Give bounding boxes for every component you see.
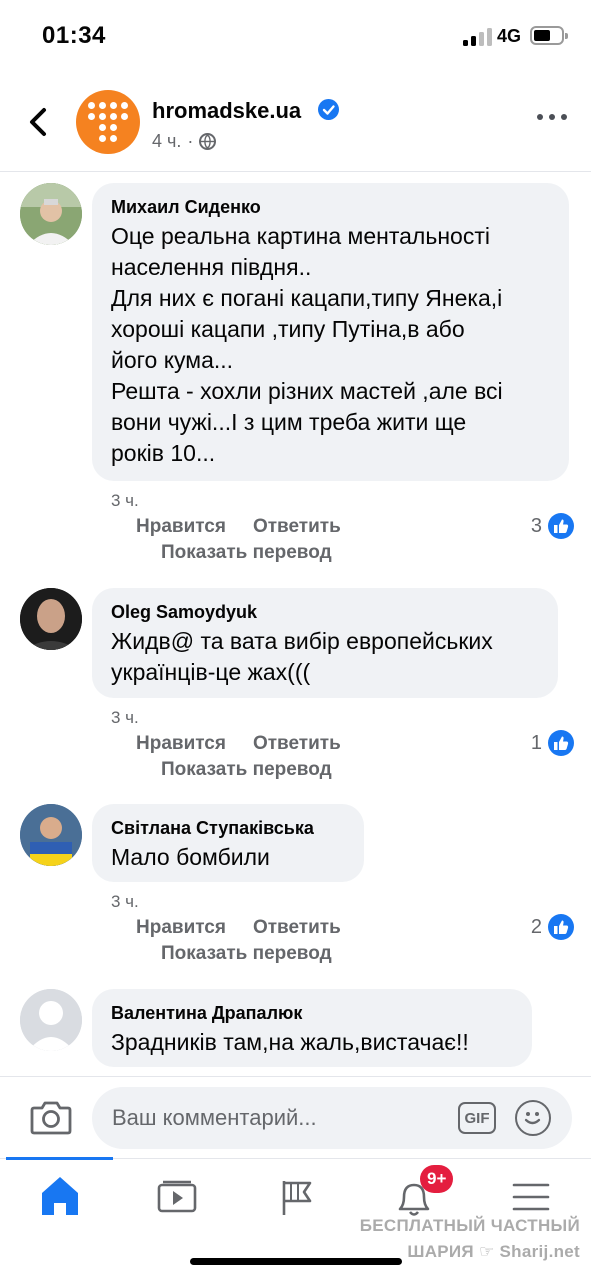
post-meta: 4 ч. · <box>152 131 217 152</box>
tab-pages[interactable] <box>266 1171 326 1221</box>
comment-text: Оце реальна картина ментальності населен… <box>111 223 503 466</box>
avatar[interactable] <box>20 588 82 650</box>
network-type: 4G <box>497 26 522 46</box>
back-button[interactable] <box>22 102 56 142</box>
comment-text: Жидв@ та вата вибір европейських українц… <box>111 628 493 685</box>
comment-author[interactable]: Валентина Драпалюк <box>111 1001 513 1025</box>
flag-icon <box>282 1181 312 1215</box>
meta-separator: · <box>187 131 194 151</box>
comment-text: Зрадників там,на жаль,вистачає!! <box>111 1029 469 1055</box>
tab-watch[interactable] <box>148 1171 208 1221</box>
watermark-line-1: БЕСПЛАТНЫЙ ЧАСТНЫЙ <box>359 1216 580 1235</box>
comment-box: GIF <box>92 1087 572 1149</box>
comment-actions: Нравится Ответить <box>136 516 341 538</box>
reaction-count[interactable]: 2 <box>531 914 574 940</box>
emoji-button[interactable] <box>515 1100 551 1136</box>
signal-icon <box>463 28 493 46</box>
default-avatar-icon[interactable] <box>20 989 82 1051</box>
comment-input[interactable] <box>112 1087 452 1149</box>
post-header: hromadske.ua 4 ч. · <box>0 72 591 172</box>
home-icon <box>42 1177 78 1215</box>
show-translation-button[interactable]: Показать перевод <box>161 759 332 781</box>
avatar[interactable] <box>20 183 82 245</box>
comment-bubble: Валентина Драпалюк Зрадників там,на жаль… <box>92 989 532 1067</box>
reply-comment-button[interactable]: Ответить <box>253 917 341 939</box>
reply-comment-button[interactable]: Ответить <box>253 516 341 538</box>
status-bar: 01:34 4G <box>0 0 591 72</box>
camera-icon <box>30 1101 72 1135</box>
show-translation-button[interactable]: Показать перевод <box>161 542 332 564</box>
comments-list: Михаил Сиденко Оце реальна картина мента… <box>0 172 591 1076</box>
reaction-count-value: 3 <box>530 514 542 537</box>
reaction-count-value: 2 <box>530 915 542 938</box>
page-name[interactable]: hromadske.ua <box>152 98 301 124</box>
tab-home[interactable] <box>30 1171 90 1221</box>
comment-bubble: Михаил Сиденко Оце реальна картина мента… <box>92 183 569 481</box>
reaction-count[interactable]: 3 <box>531 513 574 539</box>
page-logo[interactable] <box>76 90 140 154</box>
comment-author[interactable]: Світлана Ступаківська <box>111 816 345 840</box>
more-options-button[interactable] <box>537 114 567 124</box>
gif-button[interactable]: GIF <box>458 1102 496 1134</box>
comment-text: Мало бомбили <box>111 844 270 870</box>
home-indicator[interactable] <box>190 1258 402 1265</box>
reaction-count-value: 1 <box>530 731 542 754</box>
comment-actions: Нравится Ответить <box>136 733 341 755</box>
active-tab-indicator <box>6 1157 113 1160</box>
reply-comment-button[interactable]: Ответить <box>253 733 341 755</box>
comment-time: 3 ч. <box>111 892 139 911</box>
like-comment-button[interactable]: Нравится <box>136 733 226 755</box>
comment-author[interactable]: Михаил Сиденко <box>111 195 550 219</box>
comment-time: 3 ч. <box>111 708 139 727</box>
reaction-count[interactable]: 1 <box>531 730 574 756</box>
comment-author[interactable]: Oleg Samoydyuk <box>111 600 539 624</box>
show-translation-button[interactable]: Показать перевод <box>161 943 332 965</box>
like-comment-button[interactable]: Нравится <box>136 917 226 939</box>
comment-bubble: Світлана Ступаківська Мало бомбили <box>92 804 364 882</box>
camera-button[interactable] <box>30 1099 72 1135</box>
status-time: 01:34 <box>42 22 106 49</box>
comment-time: 3 ч. <box>111 491 139 510</box>
post-time: 4 ч. <box>152 131 182 151</box>
notifications-badge: 9+ <box>420 1165 454 1193</box>
smiley-icon <box>524 1112 541 1125</box>
thumbs-up-icon <box>548 914 574 940</box>
comment-actions: Нравится Ответить <box>136 917 341 939</box>
chevron-left-icon <box>30 108 46 136</box>
comment-bubble: Oleg Samoydyuk Жидв@ та вата вибір европ… <box>92 588 558 698</box>
verified-badge-icon <box>318 99 339 120</box>
avatar[interactable] <box>20 804 82 866</box>
like-comment-button[interactable]: Нравится <box>136 516 226 538</box>
comment-composer: GIF <box>0 1076 591 1158</box>
watch-icon <box>157 1180 197 1213</box>
globe-icon <box>199 133 217 150</box>
thumbs-up-icon <box>548 730 574 756</box>
thumbs-up-icon <box>548 513 574 539</box>
battery-icon <box>530 26 568 45</box>
